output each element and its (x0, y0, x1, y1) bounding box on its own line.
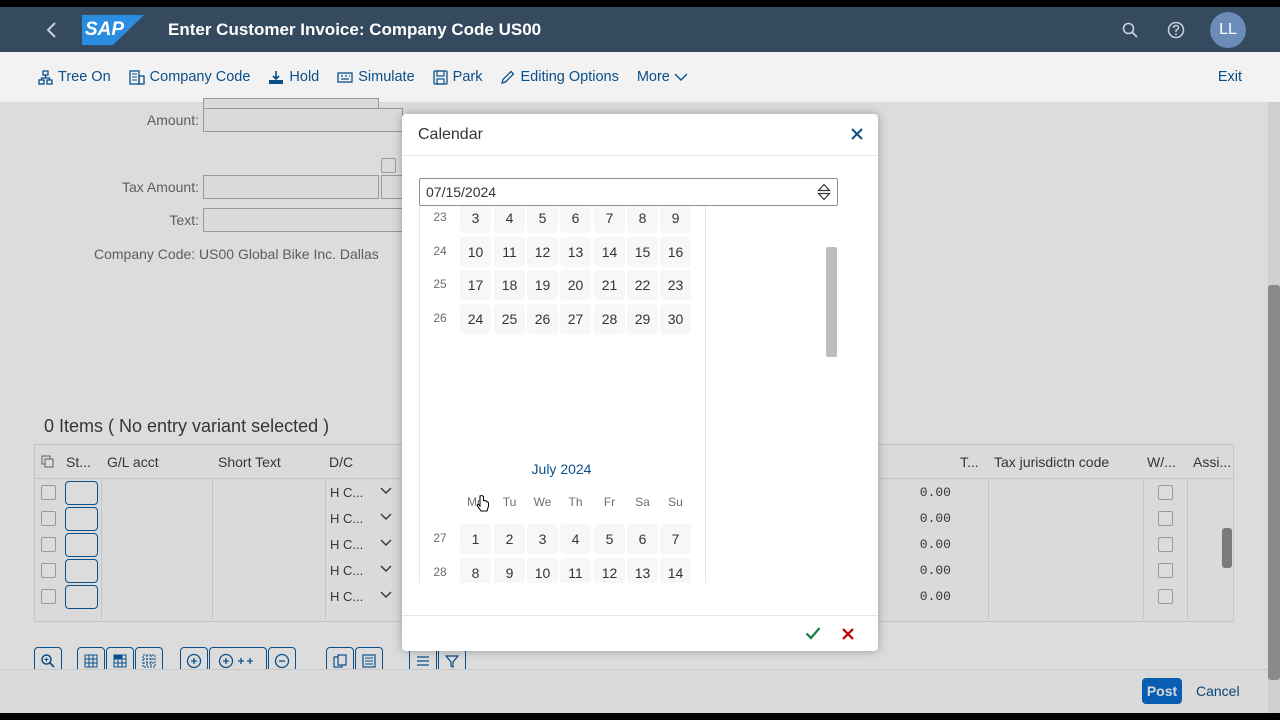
calendar-day[interactable]: 2 (494, 524, 525, 554)
calendar-day[interactable]: 4 (560, 524, 591, 554)
calendar-day[interactable]: 7 (660, 524, 691, 554)
sap-app: SAP Enter Customer Invoice: Company Code… (0, 7, 1280, 713)
calendar-day[interactable]: 1 (460, 524, 491, 554)
calendar-week-row: 26 24 25 26 27 28 29 30 (420, 302, 705, 336)
calendar-day[interactable]: 11 (494, 236, 525, 267)
calendar-day[interactable]: 26 (527, 303, 558, 334)
calendar-day[interactable]: 16 (660, 236, 691, 267)
weekday-header: Sa (635, 495, 650, 509)
calendar-day[interactable]: 8 (460, 557, 491, 583)
calendar-day[interactable]: 11 (560, 557, 591, 583)
calendar-dialog: Calendar 07/15/2024 July 2024 23 3 4 5 6 7 8 9 2… (402, 114, 878, 651)
calendar-day[interactable]: 12 (594, 557, 625, 583)
calendar-grid: July 2024 23 3 4 5 6 7 8 9 24 10 11 12 13 14 15 16 25 17 1… (419, 206, 706, 583)
calendar-day[interactable]: 27 (560, 303, 591, 334)
week-number: 23 (433, 210, 447, 224)
calendar-day[interactable]: 21 (594, 270, 625, 300)
month-title: July 2024 (531, 461, 592, 477)
calendar-day[interactable]: 30 (660, 303, 691, 334)
calendar-day[interactable]: 24 (460, 303, 491, 334)
calendar-day[interactable]: 17 (460, 270, 491, 300)
calendar-day[interactable]: 14 (594, 236, 625, 267)
calendar-day[interactable]: 5 (527, 206, 558, 233)
calendar-day[interactable]: 6 (627, 524, 658, 554)
calendar-day[interactable]: 3 (527, 524, 558, 554)
calendar-day[interactable]: 9 (494, 557, 525, 583)
calendar-day[interactable]: 14 (660, 557, 691, 583)
calendar-day[interactable]: 18 (494, 270, 525, 300)
close-icon[interactable] (850, 127, 864, 146)
check-icon[interactable] (805, 626, 821, 645)
calendar-day[interactable]: 13 (627, 557, 658, 583)
calendar-day[interactable]: 15 (627, 236, 658, 267)
calendar-day[interactable]: 9 (660, 206, 691, 233)
calendar-day[interactable]: 4 (494, 206, 525, 233)
calendar-day[interactable]: 13 (560, 236, 591, 267)
calendar-scrollbar[interactable] (826, 247, 837, 357)
calendar-day[interactable]: 23 (660, 270, 691, 300)
calendar-day[interactable]: 3 (460, 206, 491, 233)
mouse-cursor-icon (476, 495, 490, 518)
week-number: 24 (433, 243, 447, 258)
calendar-day[interactable]: 28 (594, 303, 625, 334)
weekday-header: We (533, 495, 552, 509)
calendar-week-row: 24 10 11 12 13 14 15 16 (420, 235, 705, 269)
calendar-day[interactable]: 6 (560, 206, 591, 233)
calendar-week-row: 25 17 18 19 20 21 22 23 (420, 268, 705, 302)
calendar-day[interactable]: 5 (594, 524, 625, 554)
calendar-dialog-title: Calendar (418, 126, 483, 143)
calendar-day[interactable]: 22 (627, 270, 658, 300)
calendar-week-row: 23 3 4 5 6 7 8 9 (420, 206, 705, 235)
week-number: 25 (433, 277, 447, 291)
calendar-day[interactable]: 20 (560, 270, 591, 300)
weekday-header: Su (668, 495, 683, 509)
calendar-day[interactable]: 19 (527, 270, 558, 300)
week-number: 26 (433, 310, 447, 325)
calendar-week-row: 27 1 2 3 4 5 6 7 (420, 522, 705, 556)
calendar-day[interactable]: 25 (494, 303, 525, 334)
date-input[interactable]: 07/15/2024 (419, 178, 838, 206)
calendar-day[interactable]: 29 (627, 303, 658, 334)
calendar-week-row: 28 8 9 10 11 12 13 14 (420, 556, 705, 583)
weekday-header: Th (568, 495, 583, 509)
calendar-day[interactable]: 7 (594, 206, 625, 233)
date-spinner-icon[interactable] (817, 183, 831, 206)
calendar-day[interactable]: 10 (527, 557, 558, 583)
week-number: 27 (433, 531, 447, 545)
calendar-day[interactable]: 8 (627, 206, 658, 233)
weekday-header: Fr (603, 495, 616, 509)
weekday-header: Tu (502, 495, 517, 509)
week-number: 28 (433, 564, 447, 579)
calendar-day[interactable]: 12 (527, 236, 558, 267)
reject-icon[interactable] (841, 627, 855, 646)
calendar-dialog-header: Calendar (402, 114, 878, 156)
calendar-day[interactable]: 10 (460, 236, 491, 267)
